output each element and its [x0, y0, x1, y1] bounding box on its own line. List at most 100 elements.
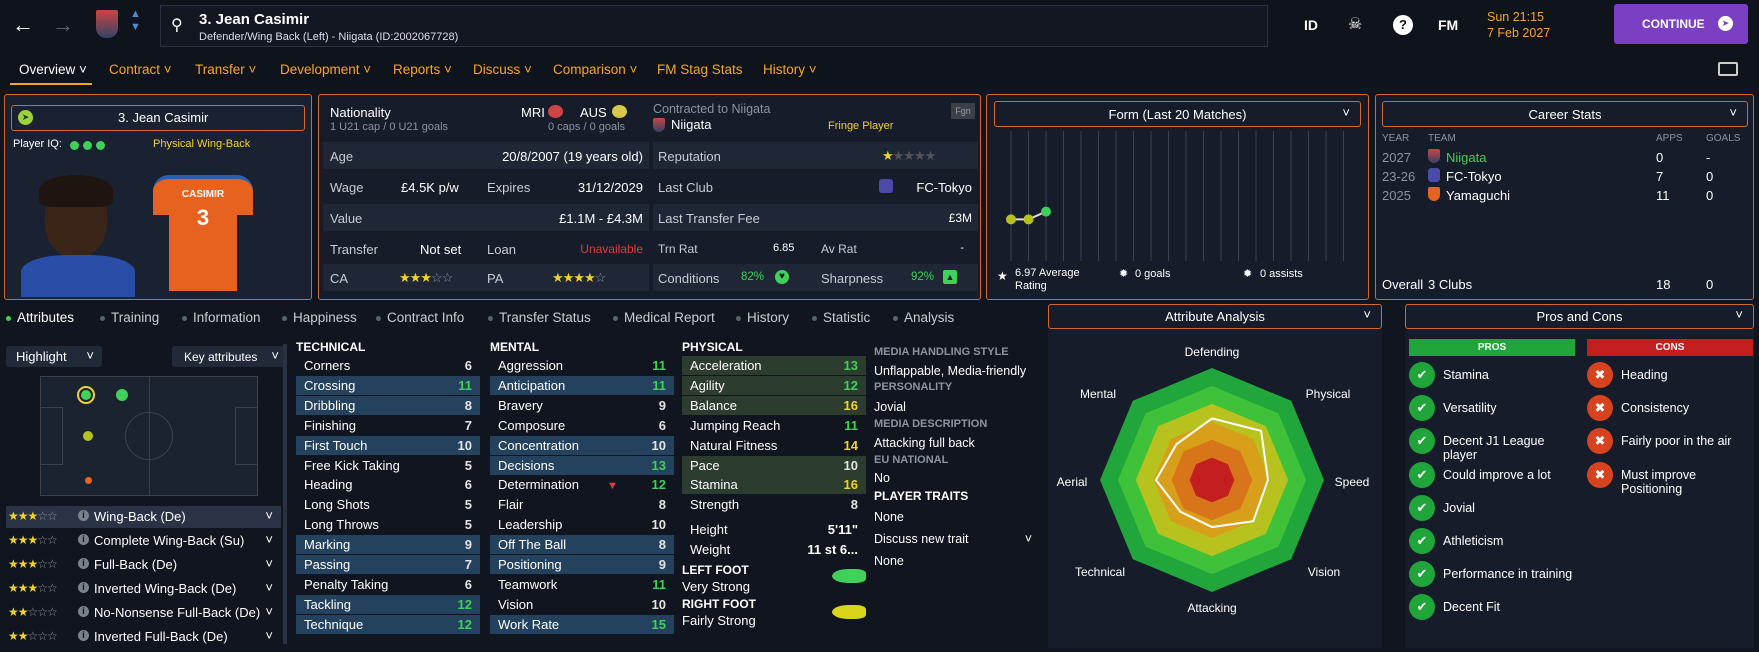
role-row[interactable]: ★★☆☆☆ i No-Nonsense Full-Back (De) ˅ — [6, 602, 281, 624]
attribute-row[interactable]: Strength 8 — [682, 495, 866, 514]
club-badge-icon[interactable] — [96, 10, 118, 38]
form-assists: 0 assists — [1260, 268, 1303, 280]
attribute-row[interactable]: Composure 6 — [490, 416, 674, 435]
attribute-row[interactable]: Anticipation 11 — [490, 375, 674, 395]
attribute-row[interactable]: Long Throws 5 — [296, 515, 480, 534]
back-arrow-icon[interactable]: ← — [12, 12, 34, 38]
pros-cons-title: Pros and Cons — [1536, 309, 1623, 324]
attribute-row[interactable]: Concentration 10 — [490, 435, 674, 455]
role-row[interactable]: ★★★☆☆ i Full-Back (De) ˅ — [6, 554, 281, 576]
attribute-row[interactable]: Aggression 11 — [490, 356, 674, 375]
star-icon: ★ — [997, 269, 1008, 283]
tab-information[interactable]: Information — [182, 310, 261, 325]
attribute-row[interactable]: Heading 6 — [296, 475, 480, 494]
attribute-row[interactable]: Tackling 12 — [296, 594, 480, 614]
attribute-row[interactable]: Pace 10 — [682, 455, 866, 475]
attribute-row[interactable]: Leadership 10 — [490, 515, 674, 534]
eu-national: No — [874, 471, 890, 485]
con-icon: ✖ — [1587, 362, 1613, 388]
attribute-row[interactable]: Dribbling 8 — [296, 395, 480, 415]
nav-history[interactable]: History ˅ — [763, 62, 817, 77]
attribute-row[interactable]: Jumping Reach 11 — [682, 416, 866, 435]
nav-overview[interactable]: Overview ˅ — [19, 62, 87, 77]
nav-fm-stag-stats[interactable]: FM Stag Stats — [657, 62, 743, 77]
help-icon[interactable]: ? — [1393, 15, 1413, 35]
attribute-row[interactable]: Bravery 9 — [490, 396, 674, 415]
attribute-row[interactable]: Corners 6 — [296, 356, 480, 375]
wage-row: Wage £4.5K p/w Expires 31/12/2029 — [330, 180, 643, 195]
career-row[interactable]: 23-26 FC-Tokyo 7 0 — [1376, 167, 1755, 186]
attribute-row[interactable]: Vision 10 — [490, 595, 674, 614]
tab-transfer-status[interactable]: Transfer Status — [488, 310, 591, 325]
tab-training[interactable]: Training — [100, 310, 159, 325]
attribute-row[interactable]: Free Kick Taking 5 — [296, 456, 480, 475]
up-down-chevron-icon[interactable]: ▲ ▼ — [130, 8, 141, 34]
niigata-badge-icon — [653, 118, 665, 132]
role-row[interactable]: ★★★☆☆ i Complete Wing-Back (Su) ˅ — [6, 530, 281, 552]
id-button[interactable]: ID — [1304, 17, 1318, 33]
form-rating-point[interactable] — [1023, 214, 1034, 225]
attribute-row[interactable]: Natural Fitness 14 — [682, 436, 866, 455]
highlight-dropdown[interactable]: Highlight ˅ — [6, 346, 102, 367]
attribute-row[interactable]: Teamwork 11 — [490, 575, 674, 594]
skull-icon[interactable]: ☠ — [1348, 14, 1362, 34]
discuss-trait-dropdown[interactable]: Discuss new trait ˅ — [874, 532, 1036, 550]
attribute-row[interactable]: Marking 9 — [296, 535, 480, 555]
attribute-row[interactable]: Passing 7 — [296, 555, 480, 574]
attribute-row[interactable]: Agility 12 — [682, 375, 866, 395]
search-icon[interactable]: ⚲ — [171, 15, 183, 35]
weight-row: Weight 11 st 6... — [690, 542, 858, 557]
tab-medical-report[interactable]: Medical Report — [613, 310, 715, 325]
continue-button[interactable]: CONTINUE ➤ — [1614, 4, 1748, 44]
career-row[interactable]: 2025 Yamaguchi 11 0 — [1376, 186, 1755, 205]
fm-button[interactable]: FM — [1438, 17, 1458, 33]
role-row[interactable]: ★★★☆☆ i Wing-Back (De) ˅ — [6, 506, 281, 528]
monitor-icon[interactable] — [1718, 62, 1738, 76]
pros-cons-dropdown[interactable]: Pros and Cons ˅ — [1405, 304, 1754, 329]
attribute-row[interactable]: Technique 12 — [296, 614, 480, 634]
roles-scrollbar[interactable] — [283, 344, 287, 644]
tab-attributes[interactable]: Attributes — [6, 310, 74, 325]
key-attributes-dropdown[interactable]: Key attributes ˅ — [172, 346, 287, 367]
right-foot-value: Fairly Strong — [682, 613, 756, 628]
attribute-row[interactable]: Crossing 11 — [296, 375, 480, 395]
attribute-row[interactable]: Determination 12 — [490, 475, 674, 494]
nav-transfer[interactable]: Transfer ˅ — [195, 62, 256, 77]
attribute-row[interactable]: Stamina 16 — [682, 475, 866, 495]
attribute-row[interactable]: Positioning 9 — [490, 555, 674, 574]
form-rating-point[interactable] — [1041, 206, 1051, 217]
player-traits-value: None — [874, 510, 904, 524]
nav-comparison[interactable]: Comparison ˅ — [553, 62, 637, 77]
nationality-2: AUS — [580, 105, 607, 120]
nav-discuss[interactable]: Discuss ˅ — [473, 62, 532, 77]
search-bar[interactable]: ⚲ 3. Jean Casimir Defender/Wing Back (Le… — [160, 5, 1268, 47]
attribute-row[interactable]: Penalty Taking 6 — [296, 575, 480, 594]
tab-happiness[interactable]: Happiness — [282, 310, 357, 325]
career-row[interactable]: 2027 Niigata 0 - — [1376, 148, 1755, 167]
attribute-row[interactable]: Acceleration 13 — [682, 356, 866, 375]
form-dropdown[interactable]: Form (Last 20 Matches) ˅ — [994, 101, 1361, 127]
pro-item: ✔ Jovial — [1409, 494, 1579, 523]
career-dropdown[interactable]: Career Stats ˅ — [1382, 101, 1748, 127]
tab-statistic[interactable]: Statistic — [812, 310, 870, 325]
attribute-row[interactable]: Long Shots 5 — [296, 495, 480, 514]
sharpness-value: 92% — [911, 271, 935, 283]
attribute-row[interactable]: Finishing 7 — [296, 416, 480, 435]
tab-analysis[interactable]: Analysis — [893, 310, 954, 325]
tab-contract-info[interactable]: Contract Info — [376, 310, 464, 325]
nav-reports[interactable]: Reports ˅ — [393, 62, 452, 77]
nav-contract[interactable]: Contract ˅ — [109, 62, 172, 77]
role-row[interactable]: ★★☆☆☆ i Inverted Full-Back (De) ˅ — [6, 626, 281, 644]
attribute-row[interactable]: Decisions 13 — [490, 455, 674, 475]
nav-development[interactable]: Development ˅ — [280, 62, 371, 77]
attribute-row[interactable]: Off The Ball 8 — [490, 535, 674, 555]
attribute-row[interactable]: Work Rate 15 — [490, 614, 674, 634]
attribute-row[interactable]: Balance 16 — [682, 395, 866, 415]
role-row[interactable]: ★★★☆☆ i Inverted Wing-Back (De) ˅ — [6, 578, 281, 600]
tab-history[interactable]: History — [736, 310, 789, 325]
attribute-row[interactable]: First Touch 10 — [296, 435, 480, 455]
forward-arrow-icon[interactable]: → — [52, 12, 74, 38]
attribute-analysis-dropdown[interactable]: Attribute Analysis ˅ — [1048, 304, 1382, 329]
form-rating-point[interactable] — [1006, 214, 1016, 225]
attribute-row[interactable]: Flair 8 — [490, 495, 674, 514]
